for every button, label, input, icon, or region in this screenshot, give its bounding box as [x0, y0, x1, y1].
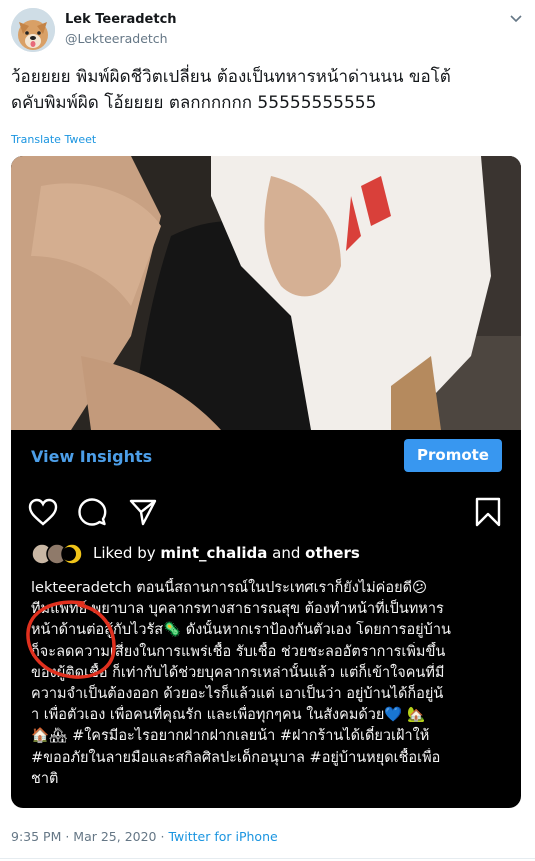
- send-icon[interactable]: [128, 497, 158, 527]
- liked-by-others[interactable]: others: [305, 544, 360, 562]
- divider: [0, 858, 535, 859]
- tweet-source-link[interactable]: Twitter for iPhone: [168, 829, 277, 844]
- caption-line: า เพื่อตัวเอง เพื่อคนที่คุณรัก และเพื่อท…: [31, 707, 426, 724]
- tweet-text: ว้อยยยย พิมพ์ผิดชีวิตเปลี่ยน ต้องเป็นทหา…: [11, 64, 516, 116]
- user-handle[interactable]: @Lekteeradetch: [65, 31, 168, 46]
- liked-by-text: Liked by mint_chalida and others: [93, 544, 360, 562]
- liked-by-user[interactable]: mint_chalida: [160, 544, 267, 562]
- caption-line: 🏠🏘 #ใครมีอะไรอยากฝากฝากเลยน้า #ฝากร้านได…: [31, 728, 430, 745]
- caption-line: ความจำเป็นต้องออก ด้วยอะไรก็แล้วแต่ เอาเ…: [31, 686, 444, 703]
- photo: [11, 156, 521, 430]
- translate-tweet-link[interactable]: Translate Tweet: [11, 133, 96, 146]
- caption-line: #ขออภัยในลายมือและสกิลศิลปะเด็กอนุบาล #อ…: [31, 749, 441, 766]
- liked-by-and: and: [272, 544, 301, 562]
- tweet-media-image[interactable]: View Insights Promote Liked by mint_chal…: [11, 156, 521, 808]
- instagram-action-bar: [11, 494, 521, 532]
- tweet-timestamp[interactable]: 9:35 PM · Mar 25, 2020 ·: [11, 829, 164, 844]
- tweet-text-line: ดคับพิมพ์ผิด โอ้ยยยย ตลกกกกกก 5555555555…: [11, 93, 377, 113]
- tweet-footer: 9:35 PM · Mar 25, 2020 · Twitter for iPh…: [11, 829, 278, 844]
- comment-icon[interactable]: [77, 497, 107, 527]
- caption-line: ชาติ: [31, 770, 59, 787]
- liked-by-label: Liked by: [93, 544, 156, 562]
- promote-button[interactable]: Promote: [404, 439, 502, 472]
- view-insights-link[interactable]: View Insights: [31, 447, 152, 466]
- red-circle-annotation: [26, 600, 116, 679]
- tweet-text-line: ว้อยยยย พิมพ์ผิดชีวิตเปลี่ยน ต้องเป็นทหา…: [11, 67, 451, 87]
- liker-avatars: [31, 543, 83, 565]
- tweet-header: Lek Teeradetch @Lekteeradetch: [11, 8, 525, 56]
- bookmark-icon[interactable]: [474, 497, 502, 527]
- heart-icon[interactable]: [27, 497, 59, 527]
- avatar[interactable]: [11, 8, 55, 52]
- chevron-down-icon[interactable]: [509, 11, 523, 25]
- liked-by-row[interactable]: Liked by mint_chalida and others: [31, 542, 511, 566]
- display-name[interactable]: Lek Teeradetch: [65, 12, 177, 27]
